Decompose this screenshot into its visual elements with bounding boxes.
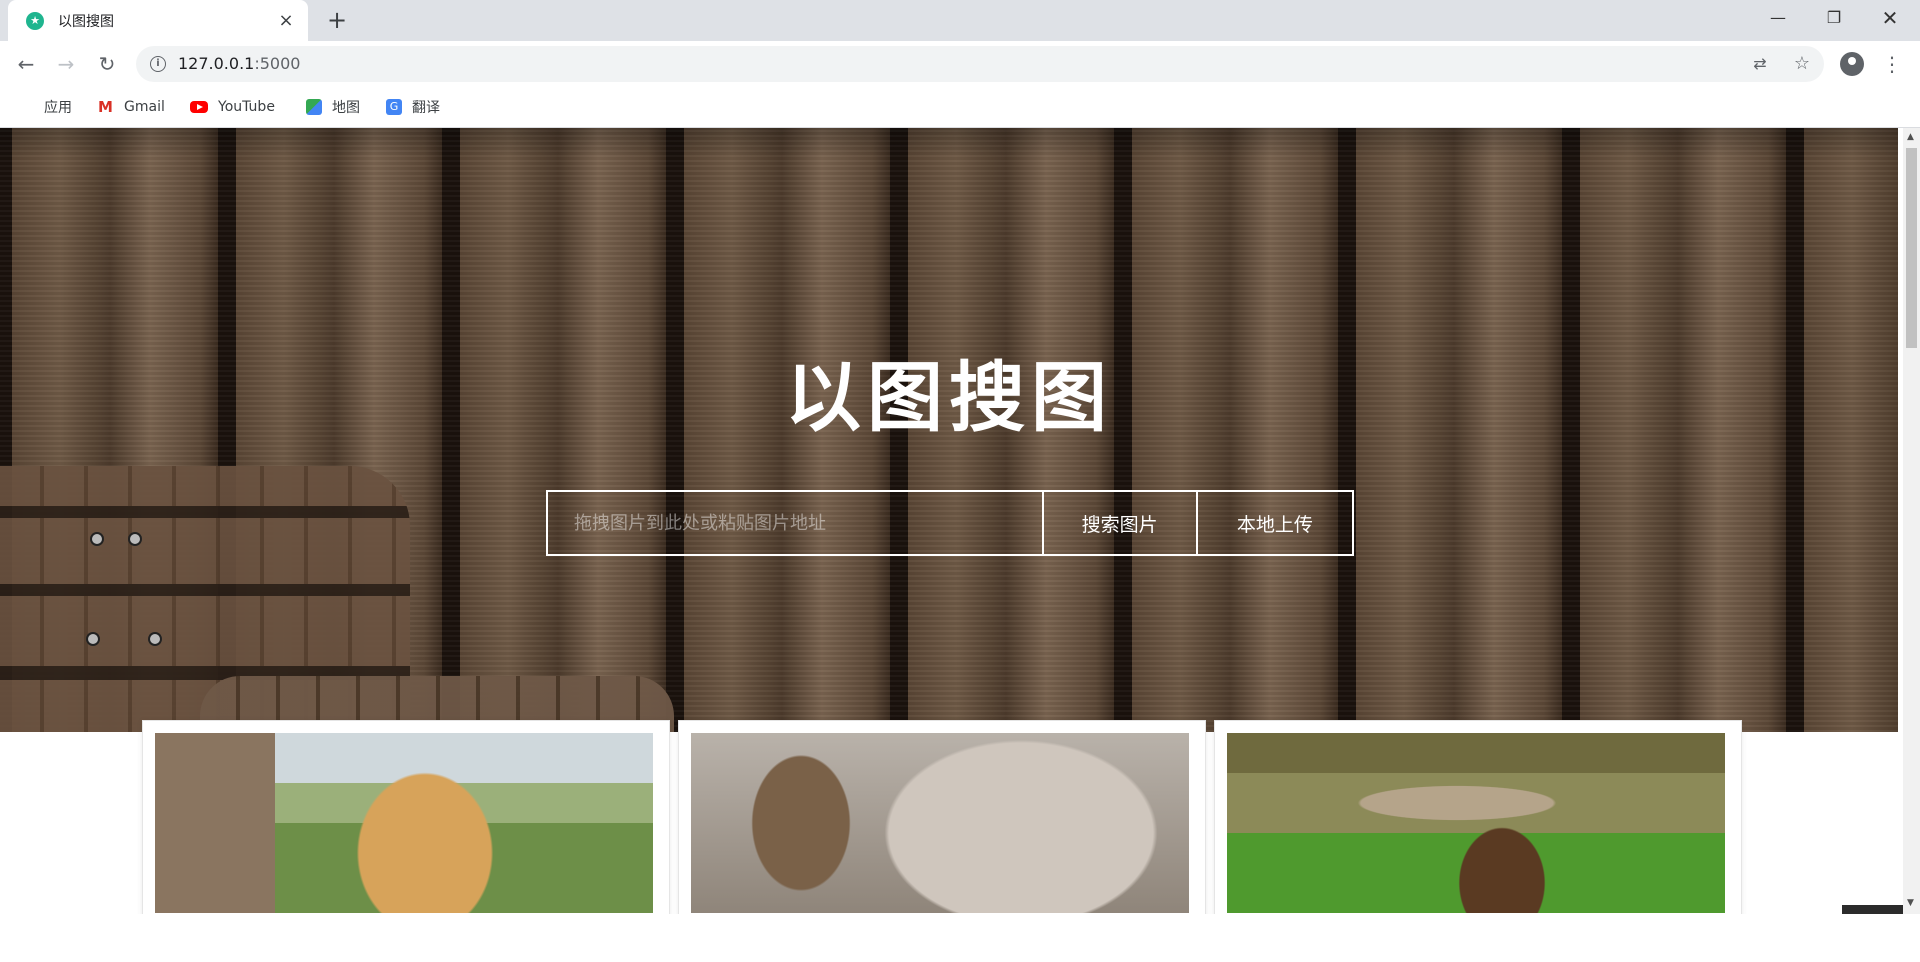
gallery-image-field[interactable] [1227,733,1725,913]
back-button[interactable]: ← [12,50,40,78]
bookmark-maps[interactable]: 地图 [306,97,360,117]
new-tab-button[interactable]: + [324,8,350,34]
scroll-thumb[interactable] [1906,148,1917,348]
minimize-button[interactable]: — [1750,0,1806,36]
close-window-button[interactable]: ✕ [1862,0,1918,36]
bookmark-label: 应用 [44,100,72,116]
local-upload-button[interactable]: 本地上传 [1198,492,1352,554]
image-url-input[interactable] [548,492,1044,554]
scroll-up-icon[interactable]: ▲ [1907,132,1914,142]
translate-icon: G [386,99,402,115]
forward-button[interactable]: → [52,50,80,78]
image-search-bar: 搜索图片 本地上传 [546,490,1354,556]
hero-banner: 以图搜图 搜索图片 本地上传 [0,128,1898,732]
gmail-icon: M [98,98,113,116]
page-scrollbar[interactable]: ▲ ▼ [1903,128,1920,914]
apps-grid-icon [18,99,34,115]
page-title: 以图搜图 [785,353,1113,442]
bookmark-label: 翻译 [412,100,440,116]
bookmark-label: 地图 [332,100,360,116]
favicon-icon: ★ [26,11,44,30]
result-gallery [142,720,1742,914]
url-host: 127.0.0.1 [178,54,255,73]
browser-tab[interactable]: ★ 以图搜图 × [8,0,308,41]
site-info-icon[interactable]: i [150,56,166,72]
more-menu-icon[interactable]: ⋮ [1880,50,1904,78]
bookmark-youtube[interactable]: YouTube [190,97,275,117]
bookmark-star-icon[interactable]: ☆ [1792,54,1812,74]
rivet-decoration [92,534,102,544]
bookmarks-bar: 应用 M Gmail YouTube 地图 G 翻译 [0,87,1920,128]
rivet-decoration [130,534,140,544]
gallery-image-cats[interactable] [691,733,1189,913]
address-bar[interactable]: i 127.0.0.1:5000 ⇄ ☆ [136,46,1824,82]
scroll-down-icon[interactable]: ▼ [1907,898,1914,908]
bookmark-translate[interactable]: G 翻译 [386,97,440,117]
page-viewport: 以图搜图 搜索图片 本地上传 [0,128,1903,914]
url-text: 127.0.0.1:5000 [178,54,300,73]
tab-title: 以图搜图 [58,13,114,30]
profile-avatar-icon[interactable] [1840,52,1864,76]
rivet-decoration [88,634,98,644]
reload-button[interactable]: ↻ [93,50,121,78]
url-port: :5000 [254,54,301,73]
bookmark-apps[interactable]: 应用 [18,97,72,117]
tab-strip: ★ 以图搜图 × + — ❐ ✕ [0,0,1920,41]
gallery-image-dog[interactable] [155,733,653,913]
search-image-button[interactable]: 搜索图片 [1044,492,1198,554]
bookmark-gmail[interactable]: M Gmail [98,97,165,117]
corner-widget[interactable] [1842,905,1903,914]
youtube-icon [190,101,208,113]
bookmark-label: YouTube [218,99,275,115]
gallery-card[interactable] [142,720,670,914]
restore-button[interactable]: ❐ [1806,0,1862,36]
tab-close-icon[interactable]: × [276,11,296,31]
rivet-decoration [150,634,160,644]
translate-icon[interactable]: ⇄ [1750,54,1770,74]
gallery-card[interactable] [1214,720,1742,914]
browser-toolbar: ← → ↻ i 127.0.0.1:5000 ⇄ ☆ ⋮ [0,41,1920,87]
maps-icon [306,99,322,115]
bookmark-label: Gmail [124,99,165,115]
gallery-card[interactable] [678,720,1206,914]
